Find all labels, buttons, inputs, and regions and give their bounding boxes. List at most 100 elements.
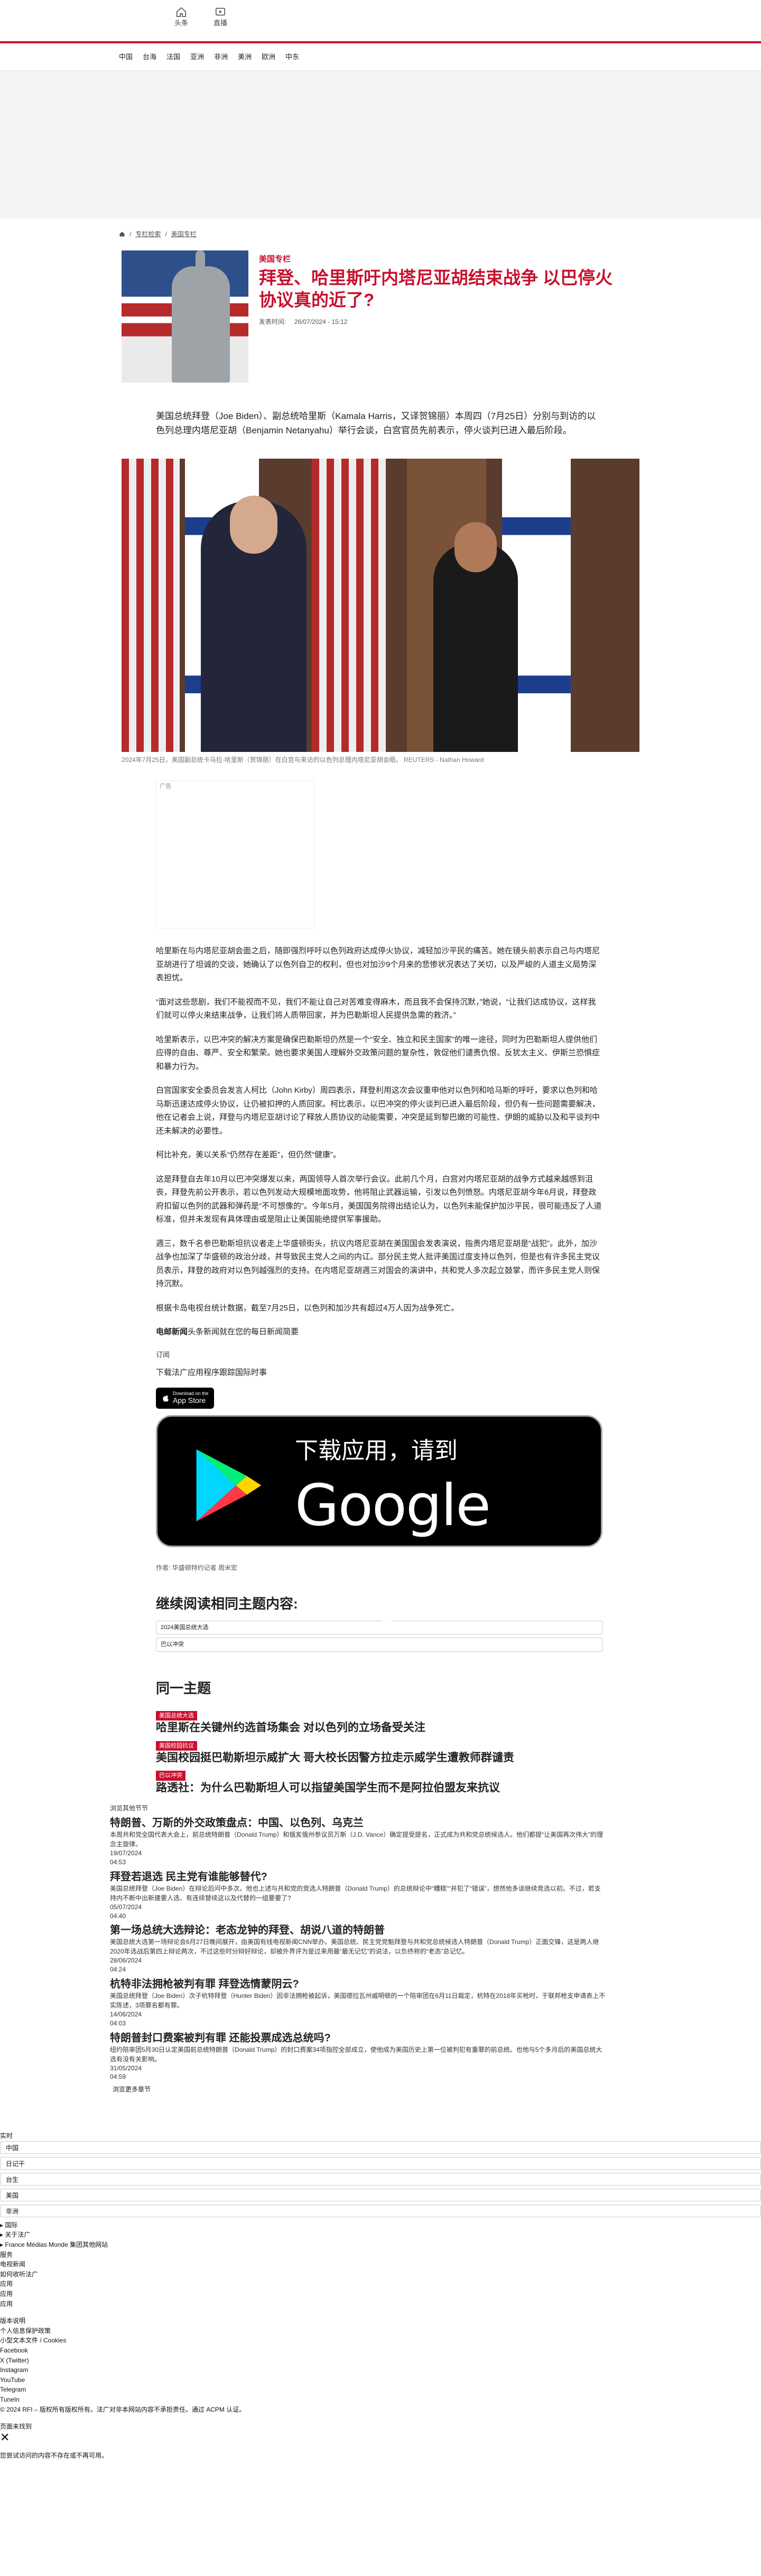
article-title: 拜登、哈里斯吁内塔尼亚胡结束战争 以巴停火协议真的近了? (259, 267, 613, 310)
footer: 实时 中国 日记干 台生 美国 非洲 ▸ 国际 ▸ 关于法广 ▸ France … (0, 2131, 761, 2460)
same-topic-tag: 巴以冲突 (156, 1771, 185, 1781)
footer-link[interactable]: Facebook (0, 2346, 761, 2356)
subscribe-button[interactable]: 订阅 (156, 1350, 602, 1360)
nav-item-france[interactable]: 法国 (166, 52, 190, 62)
app-download-label: 下载法广应用程序跟踪国际时事 (156, 1368, 267, 1378)
same-topic-tag: 美国总统大选 (156, 1710, 197, 1721)
footer-link[interactable]: 小型文本文件 / Cookies (0, 2336, 761, 2346)
episode-date: 19/07/2024 (110, 1849, 142, 1857)
article-header: 美国专栏 拜登、哈里斯吁内塔尼亚胡结束战争 以巴停火协议真的近了? 发表时间: … (122, 250, 629, 383)
episode-time: 04:53 (110, 1858, 126, 1866)
same-topic-title[interactable]: 哈里斯在关键州约选首场集会 对以色列的立场备受关注 (156, 1721, 602, 1735)
episode-desc: 美国总统拜登（Joe Biden）在辩论后问中多次。他也上述与共和党的竞选人特朗… (110, 1884, 601, 1902)
nav-item-europe[interactable]: 欧洲 (262, 52, 285, 62)
footer-link[interactable]: 服务 (0, 2250, 761, 2260)
newsletter-bold: 电邮新闻 (156, 1327, 188, 1337)
google-play-icon (196, 1449, 262, 1522)
episode-title[interactable]: 特朗普封口费案被判有罪 还能投票成选总统吗? (110, 2031, 607, 2045)
region-select[interactable]: 台生 (0, 2172, 761, 2186)
breadcrumb: / 专栏检索 / 美国专栏 (119, 229, 761, 239)
episode-date: 28/06/2024 (110, 1957, 142, 1965)
same-topic-item[interactable]: 美国校园抗议 美国校园挺巴勒斯坦示威扩大 哥大校长因警方拉走示威学生遭教师群谴责 (156, 1740, 602, 1765)
same-topic-title[interactable]: 路透社：为什么巴勒斯坦人可以指望美国学生而不是阿拉伯盟友来抗议 (156, 1781, 602, 1795)
episode-title[interactable]: 第一场总统大选辩论：老态龙钟的拜登、胡说八道的特朗普 (110, 1923, 607, 1937)
copyright: © 2024 RFI – 版权所有版权所有。法广对非本网站内容不承担责任。通过 … (0, 2405, 246, 2413)
newsletter-promo: 电邮新闻头条新闻就在您的每日新闻简要 (156, 1325, 602, 1339)
episode-time: 04:59 (110, 2073, 126, 2081)
episode-item[interactable]: 杭特非法拥枪被判有罪 拜登选情蒙阴云? 美国总统拜登（Joe Biden）次子杭… (110, 1977, 607, 2028)
footer-link[interactable]: 应用 (0, 2299, 761, 2309)
breadcrumb-separator: / (165, 230, 167, 238)
episode-desc: 美国总统大选第一场辩论会6月27日晚间展开，由美国有线电视新闻CNN举办。美国总… (110, 1938, 599, 1956)
footer-gap (0, 2443, 761, 2451)
episode-time: 04:03 (110, 2019, 126, 2027)
episode-date: 05/07/2024 (110, 1903, 142, 1911)
footer-link[interactable]: X (Twitter) (0, 2356, 761, 2366)
top-ad-banner (0, 71, 761, 219)
article-body: 哈里斯在与内塔尼亚胡会面之后，随即强烈呼吁以色列政府达成停火协议，减轻加沙平民的… (156, 944, 602, 1624)
live-tab[interactable]: 直播 (214, 6, 227, 29)
google-play-button[interactable]: 下载应用，请到 Google Play (156, 1415, 602, 1624)
same-topic-item[interactable]: 巴以冲突 路透社：为什么巴勒斯坦人可以指望美国学生而不是阿拉伯盟友来抗议 (156, 1769, 602, 1795)
same-topic-tag: 美国校园抗议 (156, 1741, 197, 1751)
nav-item-africa[interactable]: 非洲 (214, 52, 238, 62)
footer-link[interactable]: 个人信息保护政策 (0, 2326, 761, 2336)
article-paragraph: “面对这些悲剧，我们不能视而不见，我们不能让自己对苦难变得麻木，而且我不会保持沉… (156, 997, 596, 1020)
footer-link[interactable]: ▸ France Médias Monde 集团其他网站 (0, 2240, 761, 2250)
apple-icon (163, 1394, 169, 1402)
us-flag-center (312, 459, 386, 752)
episode-time: 04:40 (110, 1912, 126, 1920)
footer-link[interactable]: YouTube (0, 2375, 761, 2385)
region-select[interactable]: 中国 (0, 2141, 761, 2154)
browse-more-link[interactable]: 浏览更多章节 (113, 2085, 607, 2094)
region-select[interactable]: 非洲 (0, 2204, 761, 2217)
top-header: 头条 直播 (0, 0, 761, 41)
article-lead: 美国总统拜登（Joe Biden）、副总统哈里斯（Kamala Harris，又… (156, 411, 596, 436)
episode-desc: 本周共和党全国代表大会上，前总统特朗普（Donald Trump）和俄亥俄州参议… (110, 1831, 604, 1848)
inline-ad[interactable]: 广告 (156, 780, 314, 929)
same-topic-title[interactable]: 美国校园挺巴勒斯坦示威扩大 哥大校长因警方拉走示威学生遭教师群谴责 (156, 1751, 602, 1765)
episode-title[interactable]: 拜登若退选 民主党有谁能够替代? (110, 1870, 607, 1884)
home-tab[interactable]: 头条 (174, 6, 188, 29)
footer-link[interactable]: 如何收听法广 (0, 2270, 761, 2280)
region-select[interactable]: 美国 (0, 2188, 761, 2201)
nav-item-americas[interactable]: 美洲 (238, 52, 262, 62)
home-label: 头条 (174, 19, 189, 27)
episode-item[interactable]: 拜登若退选 民主党有谁能够替代? 美国总统拜登（Joe Biden）在辩论后问中… (110, 1870, 607, 1921)
app-store-button[interactable]: Download on the App Store (156, 1387, 214, 1409)
episode-item[interactable]: 第一场总统大选辩论：老态龙钟的拜登、胡说八道的特朗普 美国总统大选第一场辩论会6… (110, 1923, 607, 1974)
same-topic-item[interactable]: 美国总统大选 哈里斯在关键州约选首场集会 对以色列的立场备受关注 (156, 1709, 602, 1735)
article-tag[interactable]: 美国专栏 (259, 254, 629, 266)
breadcrumb-column-search[interactable]: 专栏检索 (135, 229, 161, 239)
footer-link[interactable]: Telegram (0, 2385, 761, 2395)
footer-link[interactable]: TuneIn (0, 2395, 761, 2405)
episode-title[interactable]: 特朗普、万斯的外交政策盘点：中国、以色列、乌克兰 (110, 1816, 607, 1830)
ad-label: 广告 (160, 783, 171, 790)
footer-link[interactable]: ▸ 国际 (0, 2220, 761, 2230)
footer-link[interactable]: 版本说明 (0, 2316, 761, 2326)
footer-link[interactable]: Instagram (0, 2365, 761, 2375)
footer-gap (0, 2309, 761, 2316)
region-select[interactable]: 日记干 (0, 2156, 761, 2170)
topic-pill[interactable]: 巴以冲突 (156, 1638, 602, 1652)
breadcrumb-us-column[interactable]: 美国专栏 (171, 229, 197, 239)
home-icon[interactable] (119, 231, 125, 237)
person-netanyahu-head (230, 496, 277, 554)
footer-link[interactable]: 应用 (0, 2289, 761, 2299)
article-head-text: 美国专栏 拜登、哈里斯吁内塔尼亚胡结束战争 以巴停火协议真的近了? 发表时间: … (259, 250, 629, 383)
nav-item-china[interactable]: 中国 (119, 52, 143, 62)
episode-title[interactable]: 杭特非法拥枪被判有罪 拜登选情蒙阴云? (110, 1977, 607, 1991)
footer-link[interactable]: 应用 (0, 2279, 761, 2289)
footer-link[interactable]: ▸ 关于法广 (0, 2230, 761, 2240)
episode-date: 14/06/2024 (110, 2011, 142, 2019)
episode-item[interactable]: 特朗普封口费案被判有罪 还能投票成选总统吗? 纽约陪审团5月30日认定美国前总统… (110, 2031, 607, 2082)
episode-item[interactable]: 特朗普、万斯的外交政策盘点：中国、以色列、乌克兰 本周共和党全国代表大会上，前总… (110, 1816, 607, 1867)
close-icon[interactable]: ✕ (0, 2431, 761, 2443)
play-icon (216, 7, 225, 16)
nav-item-taiwan[interactable]: 台海 (143, 52, 166, 62)
nav-item-middle-east[interactable]: 中东 (285, 52, 309, 62)
nav-item-asia[interactable]: 亚洲 (190, 52, 214, 62)
photo-caption: 2024年7月25日，美国副总统卡马拉·哈里斯（贺锦丽）在白宫与来访的以色列总理… (122, 756, 484, 764)
footer-link[interactable]: 电视新闻 (0, 2259, 761, 2270)
episode-desc: 纽约陪审团5月30日认定美国前总统特朗普（Donald Trump）的封口费案3… (110, 2045, 602, 2063)
